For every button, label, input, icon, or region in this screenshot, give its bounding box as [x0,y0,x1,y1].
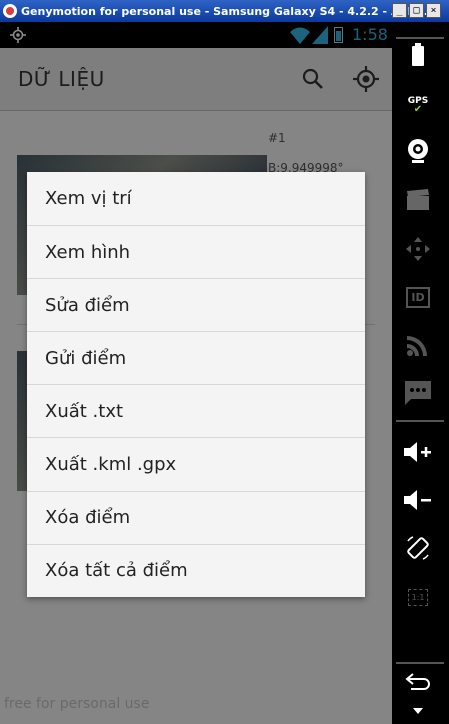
window-title: Genymotion for personal use - Samsung Ga… [21,4,428,18]
sidebar-divider [396,662,444,664]
menu-item-edit-point[interactable]: Sửa điểm [27,278,365,331]
dpad-icon[interactable] [403,234,433,264]
id-label: ID [406,286,430,308]
emulator-sidebar: GPS ✔ ID 1:1 [392,22,449,724]
menu-item-delete-point[interactable]: Xóa điểm [27,490,365,544]
rss-icon[interactable] [403,330,433,360]
close-button[interactable]: × [426,3,441,18]
watermark: free for personal use [4,696,150,712]
menu-item-send-point[interactable]: Gửi điểm [27,331,365,384]
menu-item-view-location[interactable]: Xem vị trí [27,172,365,225]
id-icon[interactable]: ID [403,282,433,312]
phone-screen: 1:58 DỮ LIỆU #1 B:9.949998° 5 5 free for… [0,22,392,724]
volume-down-icon[interactable] [403,485,433,515]
menu-item-delete-all-points[interactable]: Xóa tất cả điểm [27,543,365,597]
genymotion-icon [3,4,17,18]
volume-up-icon[interactable] [403,437,433,467]
menu-item-export-txt[interactable]: Xuất .txt [27,384,365,437]
rotate-icon[interactable] [403,533,433,563]
menu-item-export-kml-gpx[interactable]: Xuất .kml .gpx [27,437,365,490]
window-title-bar: Genymotion for personal use - Samsung Ga… [0,0,449,22]
minimize-button[interactable]: _ [392,3,407,18]
maximize-button[interactable]: □ [409,3,424,18]
context-menu: Xem vị trí Xem hình Sửa điểm Gửi điểm Xu… [27,172,365,597]
sidebar-divider [396,420,444,422]
pixel-perfect-icon[interactable]: 1:1 [403,582,433,612]
menu-down-icon[interactable] [403,704,433,718]
menu-item-view-photo[interactable]: Xem hình [27,225,365,278]
clapper-icon[interactable] [403,185,433,215]
gps-icon[interactable]: GPS ✔ [403,90,433,120]
sidebar-divider [396,37,444,39]
pixel-perfect-label: 1:1 [407,588,429,606]
camera-icon[interactable] [403,136,433,166]
back-icon[interactable] [403,667,433,697]
battery-icon[interactable] [403,40,433,70]
sms-icon[interactable] [403,378,433,408]
